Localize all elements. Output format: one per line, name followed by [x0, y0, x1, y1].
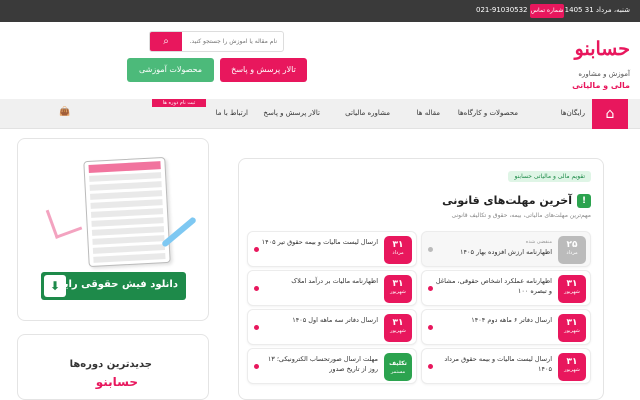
status-dot	[254, 364, 259, 369]
deadlines-panel: تقویم مالی و مالیاتی حسابنو ! آخرین مهلت‌…	[238, 158, 604, 400]
logo-tagline-1: آموزش و مشاوره	[578, 70, 630, 78]
phone-number[interactable]: 021-91030532	[476, 6, 528, 14]
home-icon: ⌂	[605, 106, 615, 122]
deadline-date: ۳۱ مرداد	[384, 236, 412, 264]
home-button[interactable]: ⌂	[592, 99, 628, 129]
cart-icon[interactable]: 👜	[59, 107, 70, 117]
status-dot	[428, 286, 433, 291]
status-dot	[428, 325, 433, 330]
courses-title: جدیدترین دوره‌ها	[69, 359, 152, 370]
nav-item-articles[interactable]: مقاله ها	[417, 109, 440, 117]
nav-item-consulting[interactable]: مشاوره مالیاتی	[345, 109, 390, 117]
deadline-card[interactable]: ۲۵ مرداد منقضی شده اظهارنامه ارزش افزوده ب…	[421, 231, 591, 267]
search-input[interactable]	[184, 32, 281, 51]
clip-decoration	[45, 201, 83, 239]
main-nav: ⌂ رایگان‌ها محصولات و کارگاه‌ها مقاله ها…	[0, 99, 640, 129]
status-dot	[254, 286, 259, 291]
nav-banner[interactable]: ثبت نام دوره ها	[152, 99, 206, 107]
deadline-date: ۳۱ شهریور	[558, 353, 586, 381]
deadline-text: ارسال لیست مالیات و بیمه حقوق تیر ۱۴۰۵	[261, 238, 378, 246]
deadline-date: تکلیف مستمر	[384, 353, 412, 381]
logo-tagline-2: مالی و مالیاتی	[572, 81, 630, 90]
deadline-card[interactable]: ۳۱ مرداد ارسال لیست مالیات و بیمه حقوق تی…	[247, 231, 417, 267]
status-dot	[428, 247, 433, 252]
deadline-date: ۳۱ شهریور	[384, 275, 412, 303]
deadline-date: ۳۱ شهریور	[558, 314, 586, 342]
deadline-card[interactable]: تکلیف مستمر مهلت ارسال صورتحساب الکترونیک…	[247, 348, 417, 384]
search-box: ⌕	[149, 31, 284, 52]
deadlines-heading: ! آخرین مهلت‌های قانونی	[442, 194, 591, 208]
expired-badge: منقضی شده	[525, 239, 552, 245]
alert-icon: !	[577, 194, 591, 208]
courses-brand: حسابنو	[95, 375, 138, 389]
deadline-card[interactable]: ۳۱ شهریور اظهارنامه عملکرد اشخاص حقوقی، م…	[421, 270, 591, 306]
deadline-text: ارسال لیست مالیات و بیمه حقوق مرداد ۱۴۰۵	[444, 355, 552, 373]
nav-item-free[interactable]: رایگان‌ها	[561, 109, 585, 117]
deadline-text: اظهارنامه مالیات بر درآمد املاک	[291, 277, 378, 285]
deadlines-title: آخرین مهلت‌های قانونی	[442, 194, 572, 207]
status-dot	[428, 364, 433, 369]
search-button[interactable]: ⌕	[150, 32, 182, 51]
deadline-date: ۳۱ شهریور	[384, 314, 412, 342]
logo-brand: حسابنو	[574, 38, 630, 60]
forum-button[interactable]: تالار پرسش و پاسخ	[220, 58, 307, 82]
search-icon: ⌕	[163, 36, 169, 47]
status-dot	[254, 325, 259, 330]
status-dot	[254, 247, 259, 252]
download-icon: ⬇	[44, 275, 66, 297]
deadline-text: مهلت ارسال صورتحساب الکترونیکی؛ ۱۳ روز ا…	[267, 355, 378, 373]
payslip-image	[83, 156, 171, 268]
deadline-card[interactable]: ۳۱ شهریور ارسال دفاتر سه ماهه اول ۱۴۰۵	[247, 309, 417, 345]
products-button[interactable]: محصولات آموزشی	[127, 58, 214, 82]
phone-label: شماره تماس	[530, 4, 564, 18]
deadlines-subtitle: مهم‌ترین مهلت‌های مالیاتی، بیمه، حقوق و …	[451, 212, 592, 219]
download-banner-text: دانلود فیش حقوقی رایگان	[46, 279, 178, 290]
deadline-text: اظهارنامه عملکرد اشخاص حقوقی، مشاغل و تب…	[435, 277, 552, 295]
deadline-card[interactable]: ۳۱ شهریور ارسال دفاتر ۶ ماهه دوم ۱۴۰۴	[421, 309, 591, 345]
current-date: شنبه، مرداد 31 1405	[564, 6, 630, 14]
nav-item-products[interactable]: محصولات و کارگاه‌ها	[458, 109, 518, 117]
nav-item-contact[interactable]: ارتباط با ما	[216, 109, 248, 117]
deadline-card[interactable]: ۳۱ شهریور اظهارنامه مالیات بر درآمد املاک	[247, 270, 417, 306]
deadline-card[interactable]: ۳۱ شهریور ارسال لیست مالیات و بیمه حقوق م…	[421, 348, 591, 384]
deadline-text: ارسال دفاتر ۶ ماهه دوم ۱۴۰۴	[471, 316, 552, 324]
deadline-text: ارسال دفاتر سه ماهه اول ۱۴۰۵	[292, 316, 378, 324]
nav-item-forum[interactable]: تالار پرسش و پاسخ	[263, 109, 320, 117]
download-payslip-banner[interactable]: دانلود فیش حقوقی رایگان ⬇	[41, 272, 186, 300]
deadline-date: ۲۵ مرداد	[558, 236, 586, 264]
courses-card[interactable]: جدیدترین دوره‌ها حسابنو	[17, 334, 209, 400]
calendar-tag: تقویم مالی و مالیاتی حسابنو	[508, 171, 591, 182]
site-logo[interactable]: حسابنو آموزش و مشاوره مالی و مالیاتی	[558, 32, 630, 92]
payslip-card[interactable]: دانلود فیش حقوقی رایگان ⬇	[17, 138, 209, 321]
deadline-text: اظهارنامه ارزش افزوده بهار ۱۴۰۵	[460, 248, 552, 256]
top-bar: شنبه، مرداد 31 1405 شماره تماس 021-91030…	[0, 0, 640, 22]
deadline-date: ۳۱ شهریور	[558, 275, 586, 303]
